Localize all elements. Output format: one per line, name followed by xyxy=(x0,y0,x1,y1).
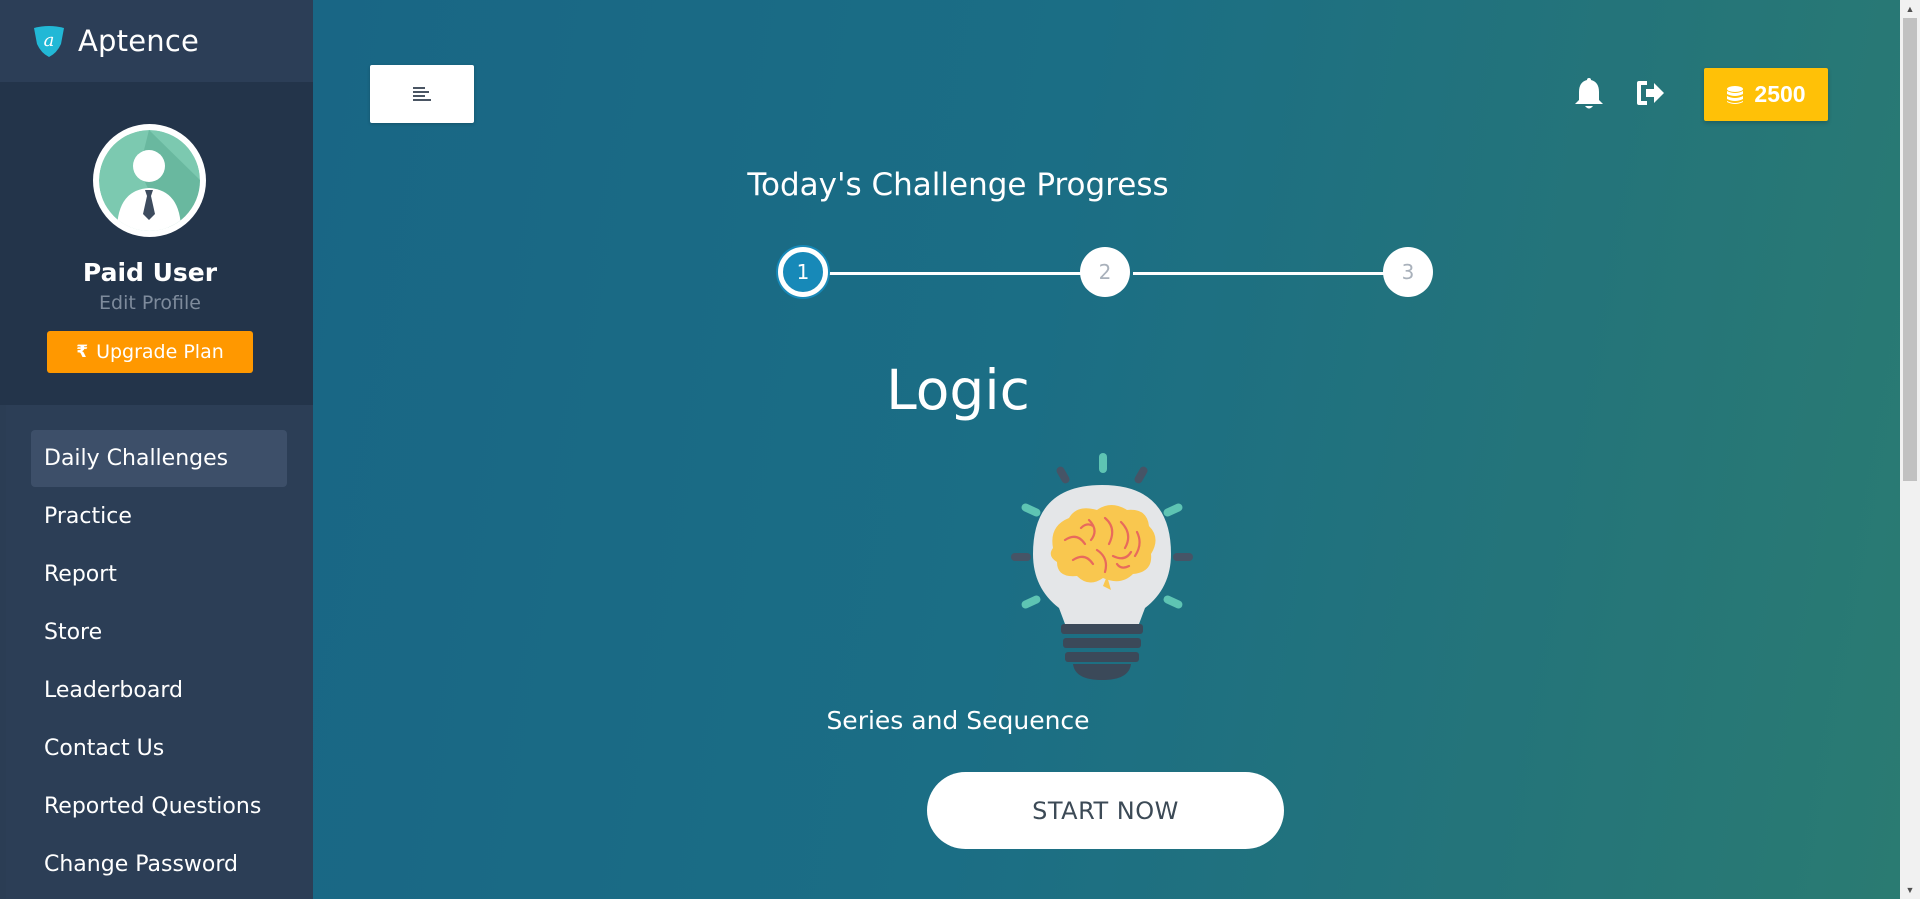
brand-logo-letter: a xyxy=(44,30,55,51)
coins-balance: 2500 xyxy=(1754,81,1806,107)
scroll-down-arrow-icon[interactable]: ▼ xyxy=(1900,881,1920,899)
upgrade-plan-label: Upgrade Plan xyxy=(96,341,224,363)
step-2: 2 xyxy=(1080,247,1130,297)
edit-profile-link[interactable]: Edit Profile xyxy=(0,292,300,314)
page-scrollbar[interactable]: ▲ ▼ xyxy=(1900,0,1920,899)
user-avatar-icon xyxy=(99,130,200,231)
sidebar-item-store[interactable]: Store xyxy=(31,604,287,661)
stepper-connector-2 xyxy=(1133,272,1393,275)
scroll-up-arrow-icon[interactable]: ▲ xyxy=(1900,0,1920,18)
aptence-logo-icon: a xyxy=(34,26,64,57)
scroll-thumb[interactable] xyxy=(1903,18,1917,481)
subtopic-title: Series and Sequence xyxy=(826,706,1090,735)
step-3: 3 xyxy=(1383,247,1433,297)
sidebar-item-daily-challenges[interactable]: Daily Challenges xyxy=(31,430,287,487)
challenge-progress-title: Today's Challenge Progress xyxy=(747,167,1169,203)
lightbulb-brain-icon xyxy=(1011,453,1193,680)
menu-toggle-button[interactable] xyxy=(370,65,474,123)
sidebar-nav: Daily Challenges Practice Report Store L… xyxy=(6,405,313,899)
brand-header[interactable]: a Aptence xyxy=(0,0,313,82)
profile-panel: Paid User Edit Profile ₹ Upgrade Plan xyxy=(0,82,313,405)
upgrade-plan-button[interactable]: ₹ Upgrade Plan xyxy=(47,331,253,373)
sidebar-item-leaderboard[interactable]: Leaderboard xyxy=(31,662,287,719)
start-now-button[interactable]: START NOW xyxy=(927,772,1284,849)
step-1: 1 xyxy=(778,247,828,297)
coins-icon xyxy=(1727,85,1744,104)
coins-balance-button[interactable]: 2500 xyxy=(1704,68,1828,121)
main-content: 2500 Today's Challenge Progress 1 2 3 Lo… xyxy=(313,0,1900,899)
sidebar-item-reported-questions[interactable]: Reported Questions xyxy=(31,778,287,835)
rupee-icon: ₹ xyxy=(76,342,89,362)
sidebar-item-contact-us[interactable]: Contact Us xyxy=(31,720,287,777)
sidebar-item-practice[interactable]: Practice xyxy=(31,488,287,545)
profile-name: Paid User xyxy=(82,258,218,287)
sidebar: a Aptence Paid User Edit Profile ₹ Upgra… xyxy=(0,0,313,899)
topic-title: Logic xyxy=(886,358,1030,422)
sidebar-item-change-password[interactable]: Change Password xyxy=(31,836,287,893)
avatar[interactable] xyxy=(93,124,206,237)
logout-icon[interactable] xyxy=(1635,78,1665,108)
stepper-connector-1 xyxy=(828,272,1088,275)
sidebar-item-report[interactable]: Report xyxy=(31,546,287,603)
brand-name: Aptence xyxy=(78,24,200,58)
menu-icon xyxy=(413,87,431,101)
bell-icon[interactable] xyxy=(1573,76,1605,110)
